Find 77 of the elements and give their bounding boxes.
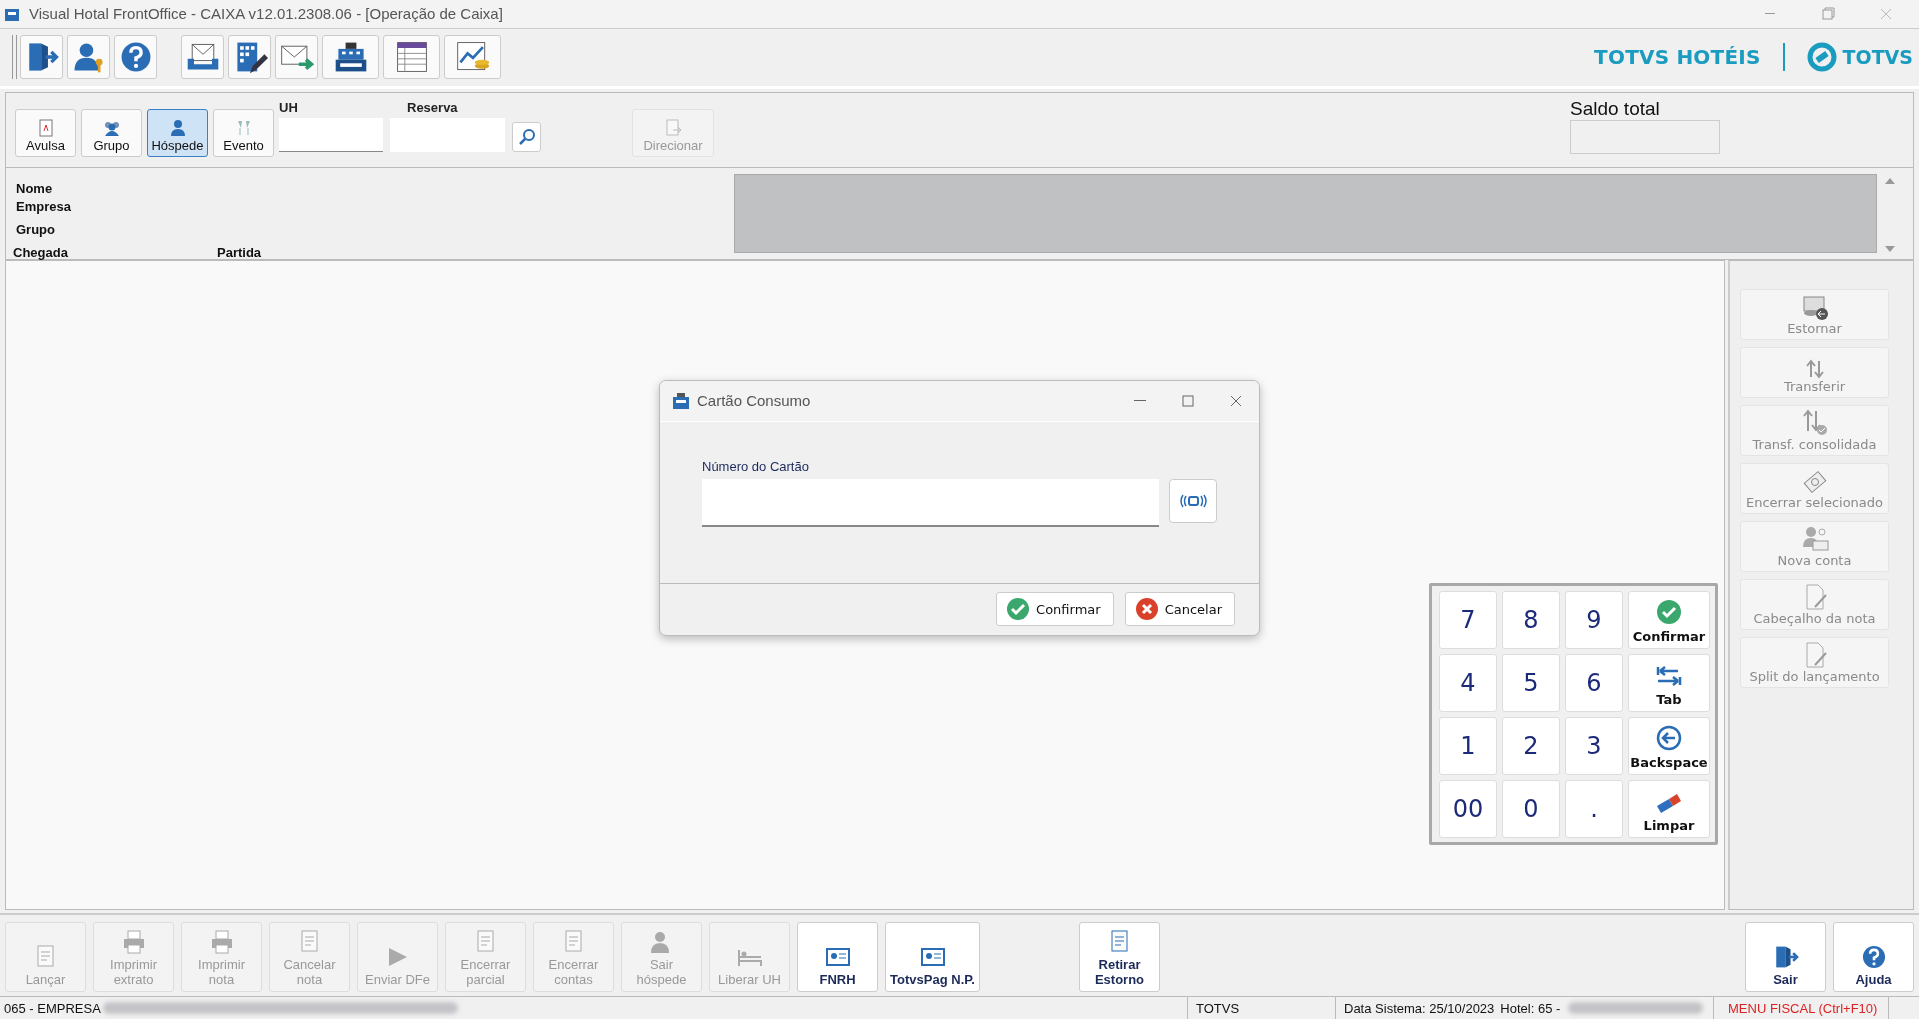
keypad-action-key[interactable]: Limpar [1628,780,1710,839]
person-money-icon [1800,524,1829,553]
toolbar-button[interactable] [20,35,63,80]
document-arrow-icon [663,117,683,138]
keypad-key[interactable]: 6 [1565,654,1623,713]
toolbar-button[interactable] [67,35,110,80]
confirm-button[interactable]: Confirmar [996,592,1114,627]
cancel-button[interactable]: Cancelar [1124,592,1235,627]
help-icon [1860,943,1887,970]
toolbar-button[interactable] [322,35,379,80]
company-logo-text: TOTVS [1842,46,1913,69]
tab-icon [1656,664,1682,689]
minimize-icon [1134,400,1146,402]
minimize-icon [1765,13,1775,15]
keypad-key[interactable]: . [1565,780,1623,839]
keypad-key[interactable]: 9 [1565,591,1623,650]
toolbar-button[interactable]: TotvsPag N.P. [885,921,980,992]
cancel-icon [1134,597,1159,622]
keypad-key[interactable]: 00 [1439,780,1497,839]
account-type-button[interactable]: Grupo [81,108,142,157]
toolbar-button[interactable] [444,35,501,80]
product-logo-text: TOTVS HOTÉIS [1594,45,1761,70]
account-type-button[interactable]: Avulsa [15,108,76,157]
toolbar-button[interactable] [228,35,271,80]
eraser-icon [1655,792,1683,815]
field-label: Nome [16,180,53,196]
status-text: MENU FISCAL (Ctrl+F10) [1728,1000,1878,1016]
card-reader-button[interactable] [1169,478,1217,523]
help-button[interactable]: Ajuda [1833,921,1914,992]
field-label: Reserva [406,98,459,117]
scroll-down-icon [1884,244,1896,253]
balance-field[interactable] [1570,119,1720,154]
keypad-key[interactable]: 7 [1439,591,1497,650]
field-label: Partida [217,244,262,260]
search-button[interactable] [512,121,541,152]
keypad-key[interactable]: 5 [1502,654,1560,713]
keypad-action-key[interactable]: Tab [1628,654,1710,713]
keypad-key[interactable]: 0 [1502,780,1560,839]
field-label: Número do Cartão [702,458,810,474]
check-icon [1006,597,1031,622]
keypad-key[interactable]: 2 [1502,717,1560,776]
account-type-button[interactable]: Hóspede [147,108,208,157]
status-text: Hotel: 65 - [1500,1000,1561,1016]
field-label: Grupo [16,221,55,237]
search-icon [517,127,536,146]
keypad-key[interactable]: 8 [1502,591,1560,650]
exit-button[interactable]: Sair [1745,921,1826,992]
cash-register-icon [671,391,691,410]
uh-field[interactable] [279,117,383,152]
check-icon [1656,599,1682,626]
keypad-action-key[interactable]: Confirmar [1628,591,1710,650]
keypad-key[interactable]: 4 [1439,654,1497,713]
status-text: Data Sistema: 25/10/2023 [1344,1000,1495,1016]
dialog-title: Cartão Consumo [697,392,812,410]
status-text: 065 - EMPRESA [4,1000,101,1016]
toolbar-button[interactable] [181,35,224,80]
toolbar-button[interactable]: Retirar Estorno [1079,921,1160,992]
toolbar-button[interactable] [114,35,157,80]
account-type-button[interactable]: Evento [213,108,274,157]
field-label: Chegada [13,244,68,260]
keypad-key[interactable]: 3 [1565,717,1623,776]
up-down-arrows-check-icon [1800,408,1829,437]
scroll-up-icon [1884,176,1896,185]
status-text: TOTVS [1196,1000,1240,1016]
field-label: Saldo total [1570,97,1661,120]
keypad-key[interactable]: 1 [1439,717,1497,776]
money-back-icon [1800,294,1829,321]
toolbar-button[interactable]: FNRH [797,921,878,992]
window-title: Visual Hotal FrontOffice - CAIXA v12.01.2308.06 - [Operação de Caixa] [29,5,504,23]
up-down-arrows-icon [1804,358,1825,379]
card-number-field[interactable] [702,478,1159,527]
totvs-logo-icon [1806,42,1837,73]
field-label: UH [279,98,299,117]
keypad-action-key[interactable]: Backspace [1628,717,1710,776]
contactless-card-icon [1179,493,1207,508]
field-label: Empresa [16,198,71,214]
toolbar-button[interactable] [383,35,440,80]
